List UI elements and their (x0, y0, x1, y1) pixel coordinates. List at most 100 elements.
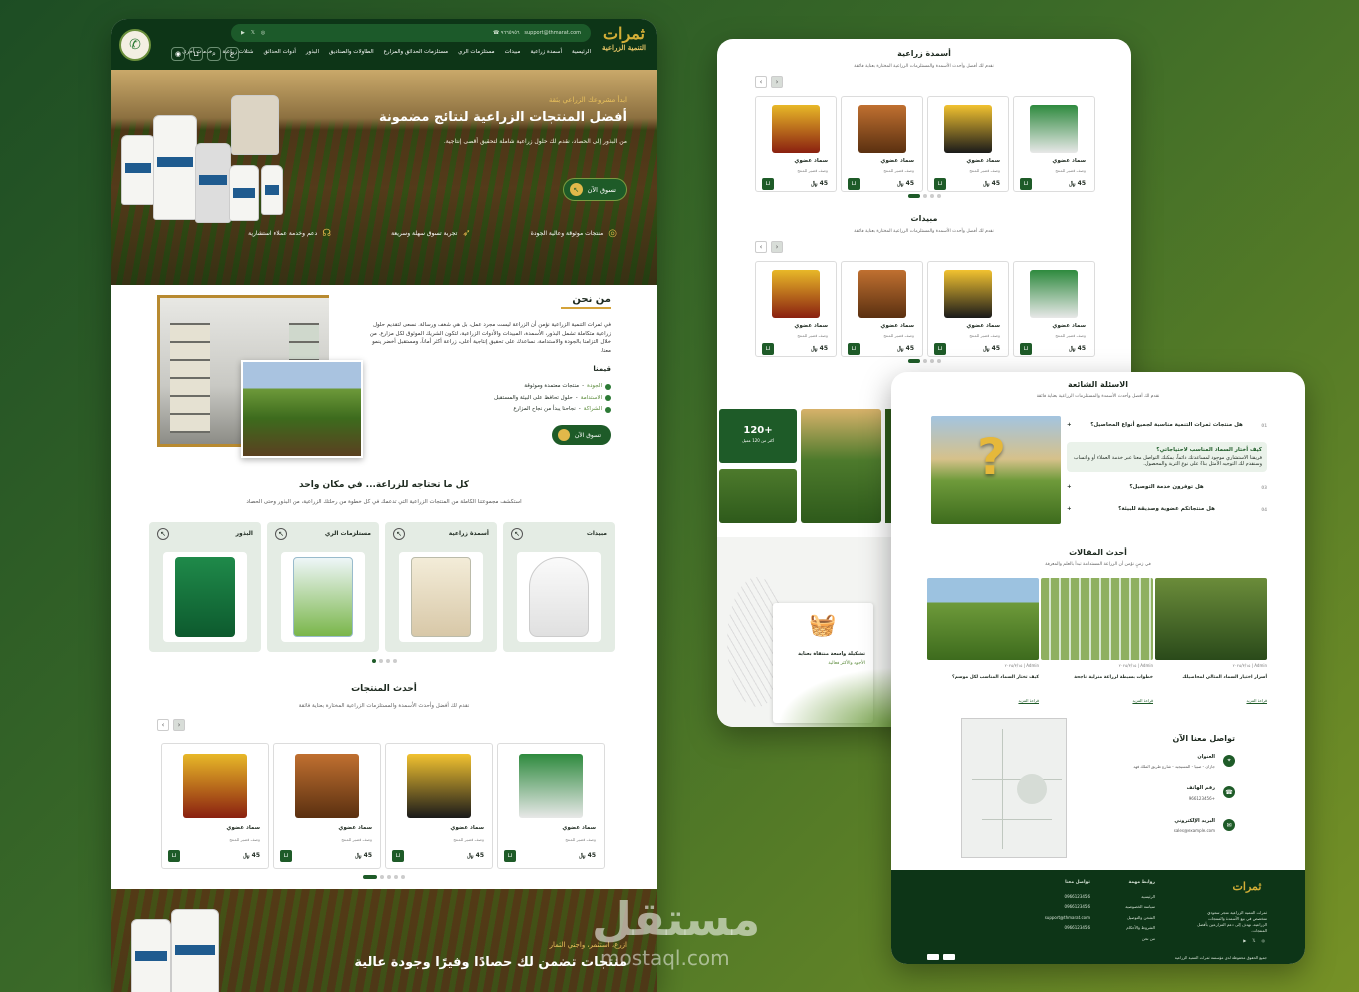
user-icon[interactable]: ◉ (171, 47, 185, 61)
category-card[interactable]: أسمدة زراعية ↖ (385, 522, 497, 652)
hero-shop-button[interactable]: تسوق الآن ↖ (562, 178, 627, 201)
category-card[interactable]: مبيدات ↖ (503, 522, 615, 652)
nav-item-fertilizers[interactable]: أسمدة زراعية (530, 49, 562, 55)
about-shop-button[interactable]: تسوق الآن (551, 425, 611, 445)
top-email[interactable]: support@thmarat.com (524, 30, 581, 36)
add-to-cart-icon[interactable]: ⊔ (934, 342, 946, 355)
footer-phone[interactable]: 0966123456 (1045, 892, 1090, 902)
pagination-dot[interactable] (907, 194, 920, 198)
x-icon[interactable]: 𝕏 (251, 30, 255, 36)
faq-item[interactable]: 01 هل منتجات ثمرات التنمية مناسبة لجميع أ… (1067, 422, 1267, 428)
add-to-cart-icon[interactable]: ⊔ (934, 177, 946, 190)
cart-icon[interactable]: ⊔ (189, 47, 203, 61)
pagination-dot[interactable] (936, 194, 941, 198)
faq-item-open[interactable]: كيف أختار السماد المناسب لاحتياجاتي؟ فري… (1067, 442, 1267, 472)
product-card[interactable]: سماد عضوي وصف قصير للمنتج 45 ﷼ ⊔ (161, 743, 269, 869)
article-image[interactable] (1041, 578, 1153, 660)
add-to-cart-icon[interactable]: ⊔ (392, 849, 404, 862)
footer-logo[interactable]: ثمرات (1227, 880, 1267, 893)
arrow-icon[interactable]: ↖ (275, 528, 287, 540)
footer-phone[interactable]: 0966123456 (1045, 923, 1090, 933)
add-to-cart-icon[interactable]: ⊔ (762, 177, 774, 190)
article-title[interactable]: خطوات بسيطة لزراعة منزلية ناجحة (1041, 675, 1153, 680)
product-card[interactable]: سماد عضوي وصف قصير للمنتج 45 ﷼ ⊔ (927, 261, 1009, 357)
faq-item[interactable]: 03 هل توفرون خدمة التوصيل؟ + (1067, 484, 1267, 490)
article-image[interactable] (1155, 578, 1267, 660)
next-arrow-icon[interactable]: › (755, 76, 767, 88)
product-card[interactable]: سماد عضوي وصف قصير للمنتج 45 ﷼ ⊔ (755, 261, 837, 357)
pagination-dot[interactable] (922, 359, 927, 363)
arrow-icon[interactable]: ↖ (511, 528, 523, 540)
pagination-dot[interactable] (929, 194, 934, 198)
article-title[interactable]: كيف تختار السماد المناسب لكل موسم؟ (927, 675, 1039, 680)
youtube-icon[interactable]: ▶ (241, 30, 245, 36)
top-phone[interactable]: ٩٦٦٥٩٥٦ (501, 30, 520, 36)
pagination-dot[interactable] (387, 875, 391, 879)
add-to-cart-icon[interactable]: ⊔ (1020, 177, 1032, 190)
pagination-dot[interactable] (371, 659, 376, 663)
youtube-icon[interactable]: ▶ (1243, 938, 1246, 943)
read-more-link[interactable]: قراءة المزيد (927, 698, 1039, 703)
arrow-icon[interactable]: ↖ (393, 528, 405, 540)
footer-email[interactable]: support@thmarat.com (1045, 913, 1090, 923)
pagination-dot[interactable] (929, 359, 934, 363)
next-arrow-icon[interactable]: › (755, 241, 767, 253)
faq-item[interactable]: 04 هل منتجاتكم عضوية وصديقة للبيئة؟ + (1067, 506, 1267, 512)
language-button[interactable]: ع (225, 47, 239, 61)
pagination-dot[interactable] (936, 359, 941, 363)
x-icon[interactable]: 𝕏 (1252, 938, 1255, 943)
add-to-cart-icon[interactable]: ⊔ (848, 177, 860, 190)
pagination-dot[interactable] (922, 194, 927, 198)
footer-link[interactable]: سياسة الخصوصية (1125, 902, 1155, 912)
prev-arrow-icon[interactable]: ‹ (771, 76, 783, 88)
search-icon[interactable]: ⌕ (207, 47, 221, 61)
article-image[interactable] (927, 578, 1039, 660)
product-card[interactable]: سماد عضوي وصف قصير للمنتج 45 ﷼ ⊔ (385, 743, 493, 869)
nav-item-tools[interactable]: أدوات الحدائق (264, 49, 296, 55)
instagram-icon[interactable]: ◎ (261, 30, 265, 36)
location-map[interactable] (961, 718, 1067, 858)
pagination-dot[interactable] (394, 875, 398, 879)
pagination-dot[interactable] (385, 659, 390, 663)
whatsapp-icon[interactable]: ✆ (119, 29, 151, 61)
add-to-cart-icon[interactable]: ⊔ (280, 849, 292, 862)
pagination-dot[interactable] (380, 875, 384, 879)
category-card[interactable]: مستلزمات الري ↖ (267, 522, 379, 652)
product-card[interactable]: سماد عضوي وصف قصير للمنتج 45 ﷼ ⊔ (497, 743, 605, 869)
add-to-cart-icon[interactable]: ⊔ (762, 342, 774, 355)
nav-item-home[interactable]: الرئيسية (572, 49, 591, 55)
pagination-dot[interactable] (907, 359, 920, 363)
footer-link[interactable]: الشروط والأحكام (1125, 923, 1155, 933)
product-card[interactable]: سماد عضوي وصف قصير للمنتج 45 ﷼ ⊔ (273, 743, 381, 869)
read-more-link[interactable]: قراءة المزيد (1041, 698, 1153, 703)
email-value[interactable]: sales@example.com (1174, 828, 1215, 833)
pagination-dot[interactable] (378, 659, 383, 663)
product-card[interactable]: سماد عضوي وصف قصير للمنتج 45 ﷼ ⊔ (1013, 96, 1095, 192)
category-card[interactable]: البذور ↖ (149, 522, 261, 652)
product-card[interactable]: سماد عضوي وصف قصير للمنتج 45 ﷼ ⊔ (1013, 261, 1095, 357)
footer-link[interactable]: من نحن (1125, 934, 1155, 944)
phone-value[interactable]: +966123456 (1189, 796, 1215, 801)
pagination-dot[interactable] (401, 875, 405, 879)
pagination-dot[interactable] (392, 659, 397, 663)
nav-item-pesticides[interactable]: مبيدات (505, 49, 521, 55)
product-card[interactable]: سماد عضوي وصف قصير للمنتج 45 ﷼ ⊔ (841, 96, 923, 192)
footer-link[interactable]: الرئيسية (1125, 892, 1155, 902)
prev-arrow-icon[interactable]: ‹ (173, 719, 185, 731)
site-logo[interactable]: ثمرات التنمية الزراعية (601, 26, 647, 52)
prev-arrow-icon[interactable]: ‹ (771, 241, 783, 253)
nav-item-seeds[interactable]: البذور (306, 49, 319, 55)
nav-item-boxes[interactable]: الطاولات والصناديق (329, 49, 374, 55)
nav-item-irrigation[interactable]: مستلزمات الري (458, 49, 494, 55)
product-card[interactable]: سماد عضوي وصف قصير للمنتج 45 ﷼ ⊔ (755, 96, 837, 192)
article-title[interactable]: أسرار اختيار السماد المثالي لمحاصيلك (1155, 675, 1267, 680)
instagram-icon[interactable]: ◎ (1262, 938, 1266, 943)
product-card[interactable]: سماد عضوي وصف قصير للمنتج 45 ﷼ ⊔ (927, 96, 1009, 192)
next-arrow-icon[interactable]: › (157, 719, 169, 731)
arrow-icon[interactable]: ↖ (157, 528, 169, 540)
read-more-link[interactable]: قراءة المزيد (1155, 698, 1267, 703)
footer-phone[interactable]: 0966123456 (1045, 902, 1090, 912)
nav-item-garden-supplies[interactable]: مستلزمات الحدائق والمزارع (384, 49, 449, 55)
add-to-cart-icon[interactable]: ⊔ (168, 849, 180, 862)
add-to-cart-icon[interactable]: ⊔ (1020, 342, 1032, 355)
